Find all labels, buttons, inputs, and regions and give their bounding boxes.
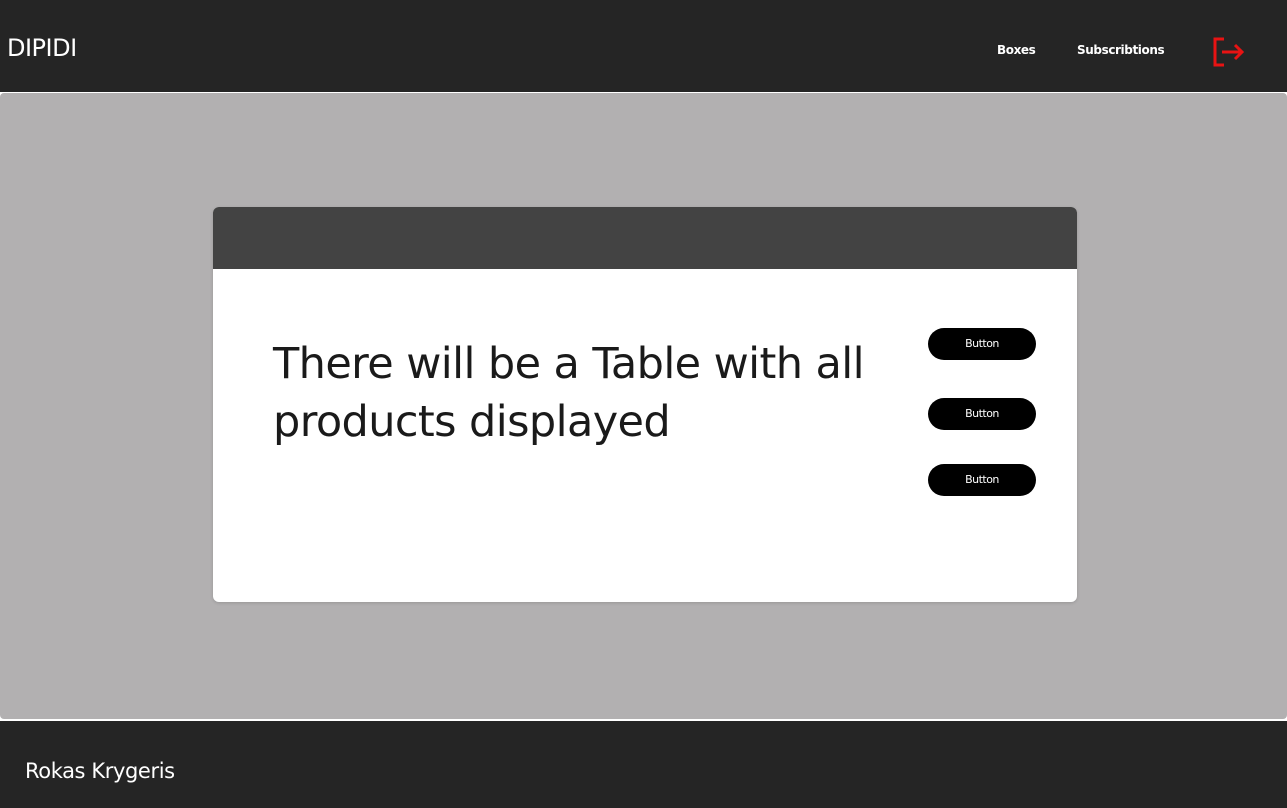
action-button-1[interactable]: Button (928, 328, 1036, 360)
card-header (213, 207, 1077, 269)
logout-icon (1213, 37, 1245, 67)
logout-button[interactable] (1212, 36, 1248, 68)
action-button-2[interactable]: Button (928, 398, 1036, 430)
action-button-3[interactable]: Button (928, 464, 1036, 496)
footer-author-name: Rokas Krygeris (25, 759, 175, 783)
nav-link-boxes[interactable]: Boxes (997, 43, 1036, 58)
footer: Rokas Krygeris (0, 721, 1287, 808)
brand-logo[interactable]: DIPIDI (7, 33, 77, 63)
products-placeholder-text: There will be a Table with all products … (273, 339, 865, 447)
nav-link-subscriptions[interactable]: Subscribtions (1077, 43, 1165, 58)
products-card: There will be a Table with all products … (213, 207, 1077, 602)
top-navbar: DIPIDI Boxes Subscribtions (0, 0, 1287, 92)
